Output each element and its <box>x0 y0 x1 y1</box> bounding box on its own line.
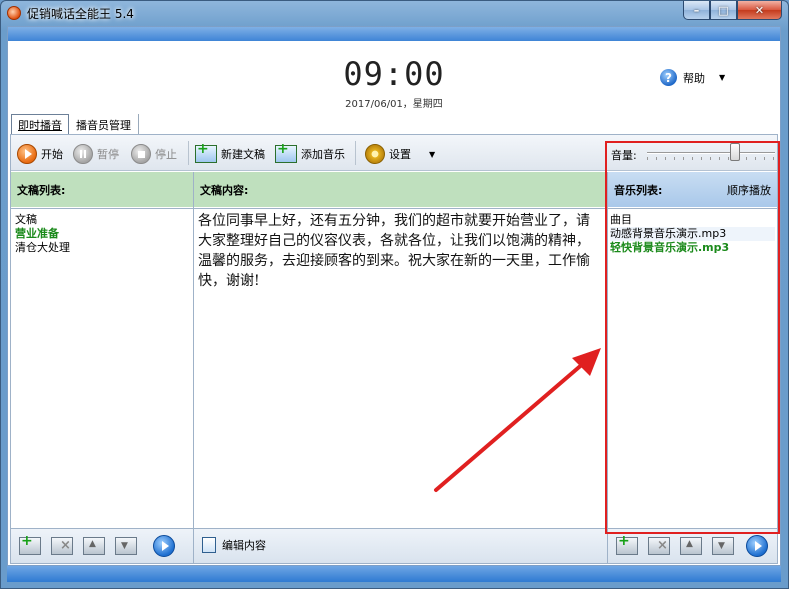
gear-icon <box>365 144 385 164</box>
music-list-title: 音乐列表: <box>614 183 663 197</box>
volume-control: 音量: <box>609 135 777 171</box>
list-item[interactable]: 清仓大处理 <box>15 241 189 255</box>
list-item[interactable]: 动感背景音乐演示.mp3 <box>610 227 775 241</box>
add-music-label: 添加音乐 <box>301 148 345 161</box>
chevron-down-icon: ▼ <box>429 149 436 159</box>
doc-content-panel: 文稿内容: 各位同事早上好，还有五分钟，我们的超市就要开始营业了，请大家整理好自… <box>194 172 608 528</box>
doc-list: 文稿 营业准备 清仓大处理 <box>11 208 193 528</box>
volume-slider-thumb[interactable] <box>730 143 741 161</box>
volume-ticks <box>647 157 775 160</box>
settings-button[interactable]: 设置 ▼ <box>365 144 435 164</box>
new-doc-button[interactable]: 新建文稿 <box>195 141 265 164</box>
doc-list-panel: 文稿列表: 文稿 营业准备 清仓大处理 <box>11 172 194 528</box>
window-title: 促销喊话全能王 5.4 <box>27 7 134 21</box>
add-music-button[interactable]: 添加音乐 <box>275 141 345 164</box>
doc-list-bottom-toolbar <box>11 528 194 563</box>
move-up-icon[interactable] <box>83 537 105 555</box>
toolbar-divider <box>188 141 189 165</box>
pause-icon <box>73 144 93 164</box>
title-bar[interactable]: 促销喊话全能王 5.4 – □ ✕ <box>1 1 788 25</box>
start-label: 开始 <box>41 148 63 161</box>
stop-icon <box>131 144 151 164</box>
music-list-bottom-toolbar <box>608 528 777 563</box>
add-music-icon <box>275 141 297 163</box>
pause-button[interactable]: 暂停 <box>73 144 119 164</box>
app-logo-icon <box>7 6 21 20</box>
maximize-icon: □ <box>718 3 729 17</box>
doc-content-text: 各位同事早上好，还有五分钟，我们的超市就要开始营业了，请大家整理好自己的仪容仪表… <box>198 213 590 289</box>
delete-music-icon[interactable] <box>648 537 670 555</box>
music-list-header: 音乐列表: 顺序播放 <box>608 172 777 207</box>
music-list-panel: 音乐列表: 顺序播放 曲目 动感背景音乐演示.mp3 轻快背景音乐演示.mp3 <box>608 172 777 528</box>
minimize-button[interactable]: – <box>683 1 710 20</box>
doc-content-bottom-toolbar: 编辑内容 <box>194 528 608 563</box>
doc-list-column-header: 文稿 <box>15 213 37 226</box>
minimize-icon: – <box>693 3 700 17</box>
volume-track[interactable] <box>647 152 775 154</box>
play-music-icon[interactable] <box>746 535 768 557</box>
add-doc-icon[interactable] <box>19 533 41 555</box>
help-menu[interactable]: ? 帮助 ▼ <box>660 69 725 86</box>
play-mode-toggle[interactable]: 顺序播放 <box>727 182 771 198</box>
new-doc-label: 新建文稿 <box>221 148 265 161</box>
toolbar: 开始 暂停 停止 新建文稿 添加音乐 设置 ▼ <box>11 135 777 171</box>
doc-content-header: 文稿内容: <box>194 172 607 207</box>
play-icon <box>17 144 37 164</box>
close-button[interactable]: ✕ <box>737 1 782 20</box>
tab-announcer-management[interactable]: 播音员管理 <box>69 114 139 134</box>
date-display: 2017/06/01，星期四 <box>345 99 443 110</box>
toolbar-divider <box>355 141 356 165</box>
music-list-column-header: 曲目 <box>610 213 632 226</box>
status-band <box>7 566 781 582</box>
help-label: 帮助 <box>683 71 705 85</box>
edit-content-label: 编辑内容 <box>222 539 266 552</box>
move-down-icon[interactable] <box>115 537 137 555</box>
tab-bar: 即时播音 播音员管理 <box>11 114 139 134</box>
maximize-button[interactable]: □ <box>710 1 737 20</box>
close-icon: ✕ <box>754 3 765 17</box>
settings-label: 设置 <box>389 148 411 161</box>
volume-label: 音量: <box>611 149 637 162</box>
window-controls: – □ ✕ <box>683 1 782 20</box>
main-panel: 开始 暂停 停止 新建文稿 添加音乐 设置 ▼ <box>10 134 778 564</box>
delete-doc-icon[interactable] <box>51 537 73 555</box>
play-doc-icon[interactable] <box>153 535 175 557</box>
stop-label: 停止 <box>155 148 177 161</box>
add-music-icon[interactable] <box>616 533 638 555</box>
edit-icon <box>202 537 216 553</box>
doc-content-area[interactable]: 各位同事早上好，还有五分钟，我们的超市就要开始营业了，请大家整理好自己的仪容仪表… <box>194 208 607 528</box>
top-band <box>8 27 780 41</box>
stop-button[interactable]: 停止 <box>131 144 177 164</box>
list-item[interactable]: 轻快背景音乐演示.mp3 <box>610 241 775 255</box>
start-button[interactable]: 开始 <box>17 144 63 164</box>
client-area: 09:00 2017/06/01，星期四 ? 帮助 ▼ 即时播音 播音员管理 开… <box>7 26 781 566</box>
edit-content-button[interactable]: 编辑内容 <box>202 537 266 553</box>
move-up-icon[interactable] <box>680 537 702 555</box>
move-down-icon[interactable] <box>712 537 734 555</box>
chevron-down-icon: ▼ <box>719 73 726 82</box>
doc-list-header: 文稿列表: <box>11 172 193 207</box>
tab-instant-broadcast[interactable]: 即时播音 <box>11 114 69 134</box>
list-item[interactable]: 营业准备 <box>15 227 189 241</box>
pause-label: 暂停 <box>97 148 119 161</box>
music-list: 曲目 动感背景音乐演示.mp3 轻快背景音乐演示.mp3 <box>608 208 777 528</box>
new-doc-icon <box>195 141 217 163</box>
help-icon: ? <box>660 69 677 86</box>
